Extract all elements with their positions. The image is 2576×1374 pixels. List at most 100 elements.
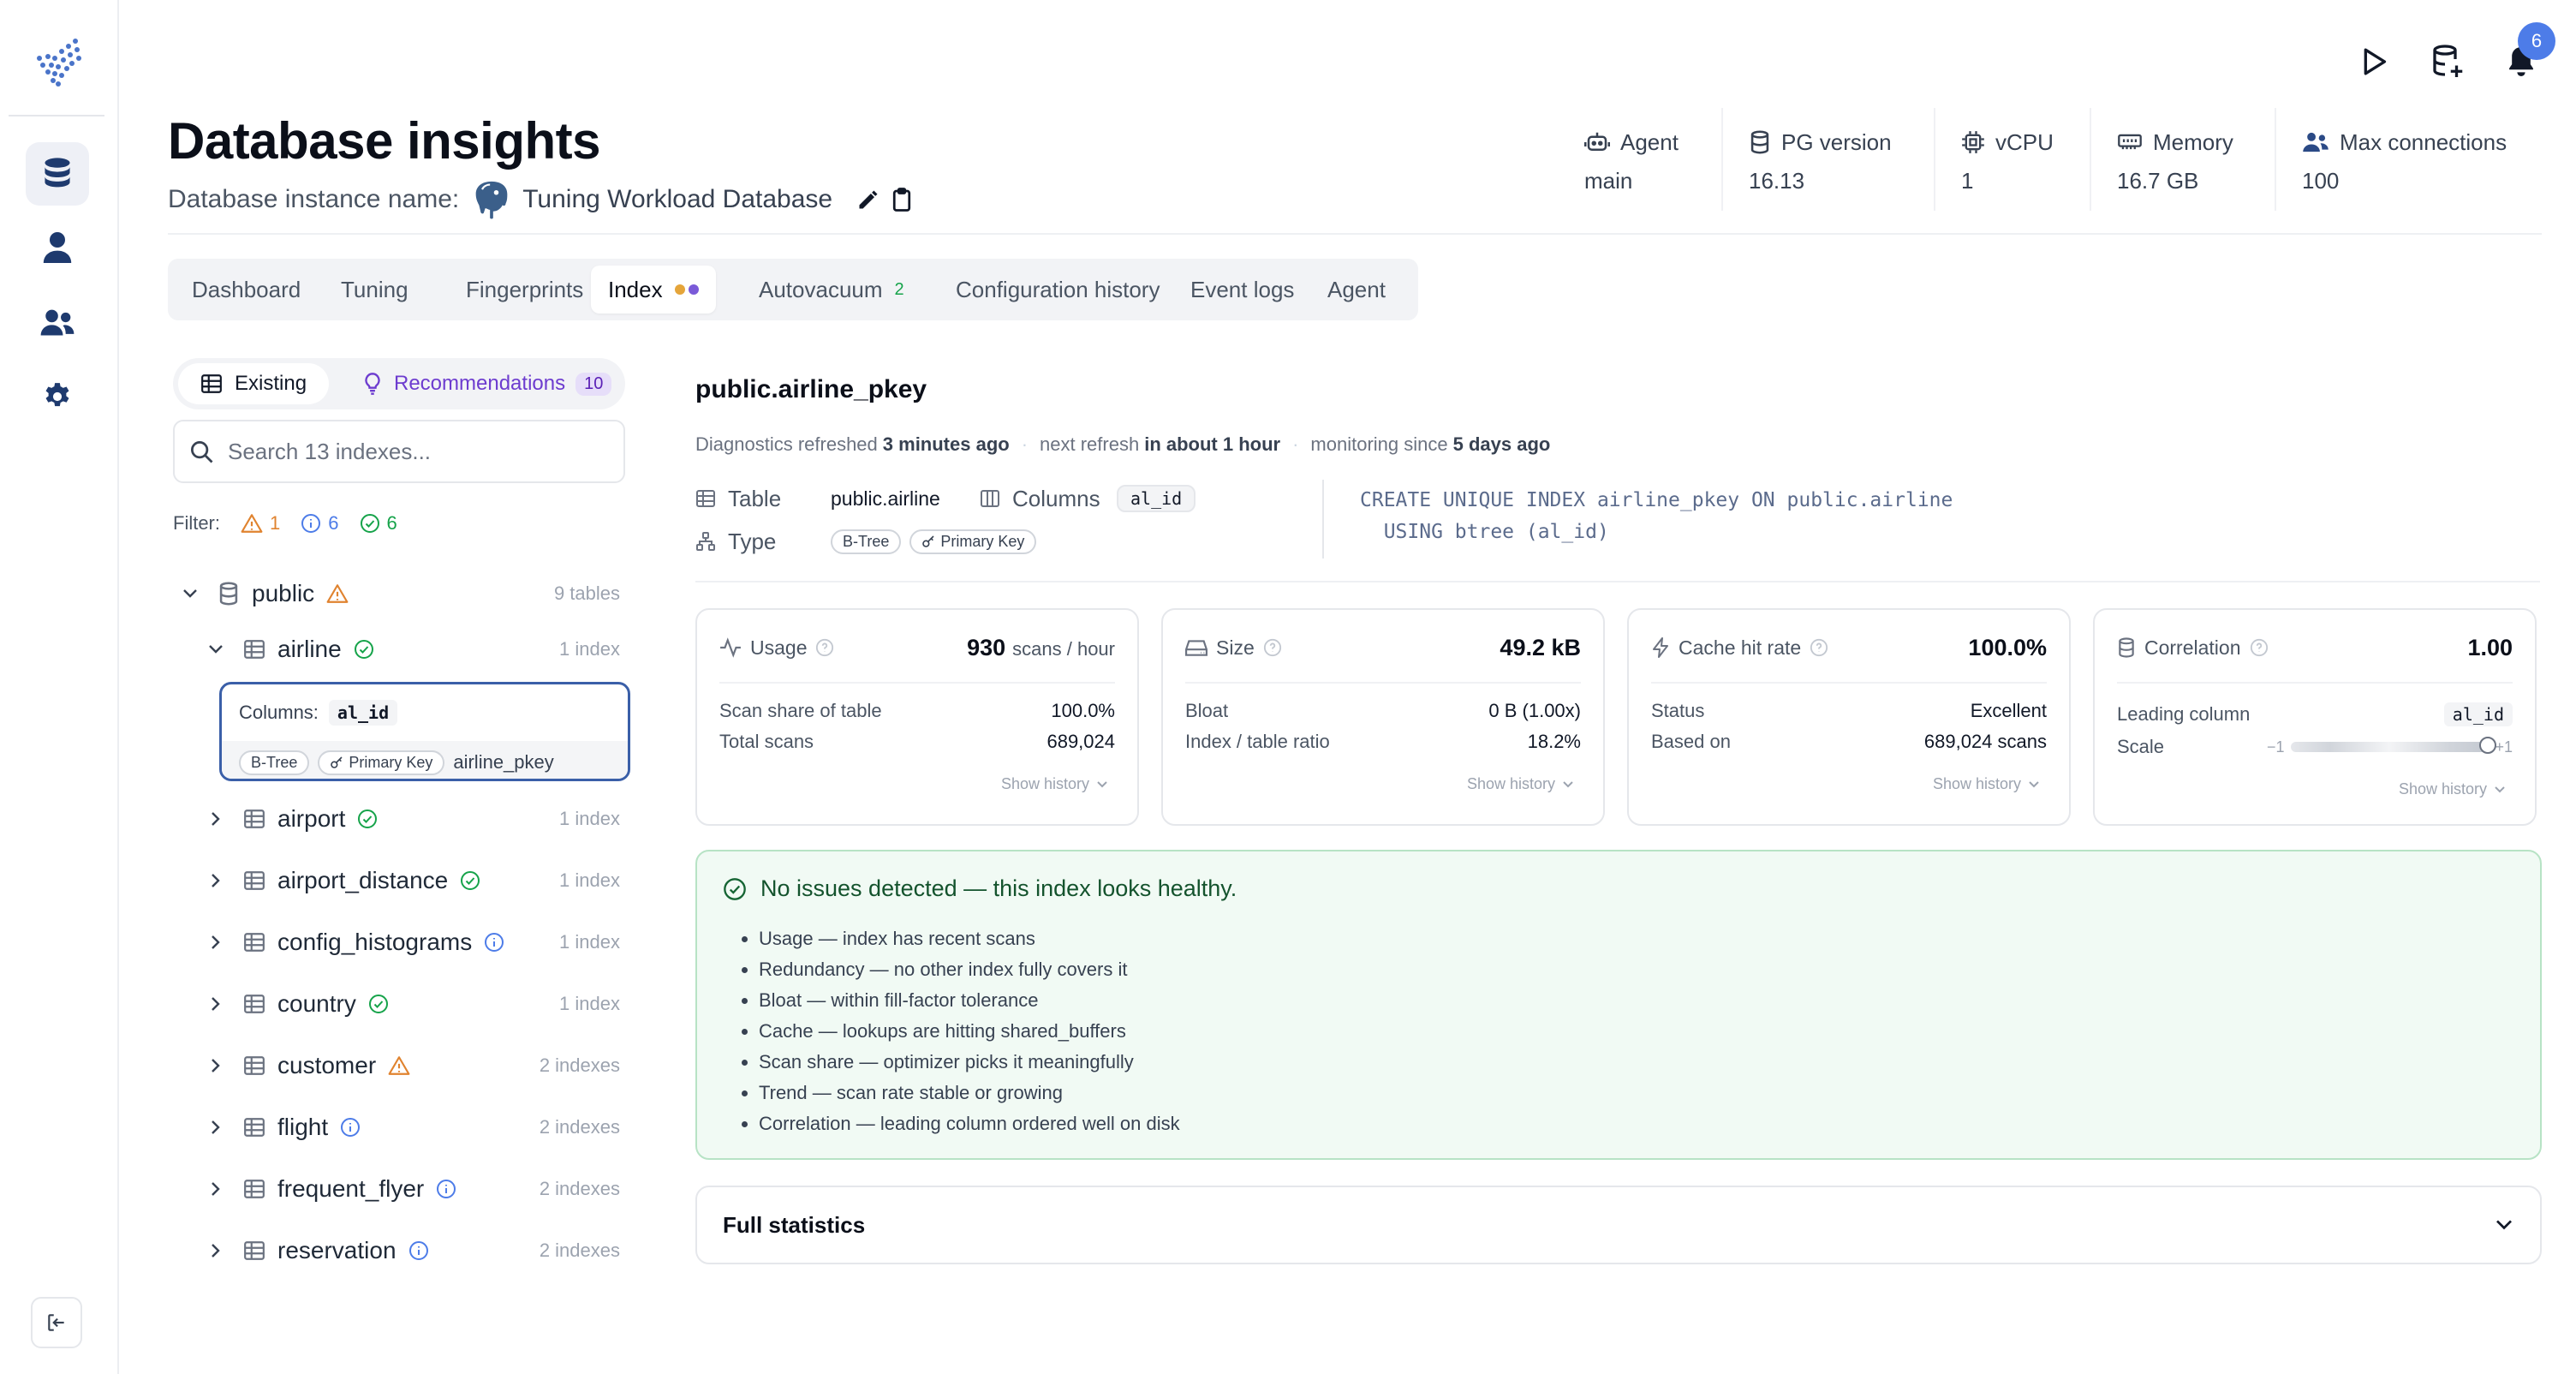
memory-icon bbox=[2118, 134, 2142, 150]
stat-memory-label: Memory bbox=[2153, 128, 2233, 155]
help-icon[interactable] bbox=[2250, 638, 2277, 657]
tab-bar: Dashboard Tuning Fingerprints Index Auto… bbox=[168, 259, 1418, 320]
tab-dashboard[interactable]: Dashboard bbox=[168, 266, 325, 314]
table-row-airport-distance[interactable]: airport_distance 1 index bbox=[199, 857, 625, 905]
health-check-item: Bloat — within fill-factor tolerance bbox=[759, 985, 1180, 1016]
usage-row1-label: Scan share of table bbox=[719, 700, 882, 721]
table-row-customer[interactable]: customer 2 indexes bbox=[199, 1042, 625, 1090]
key-icon bbox=[922, 535, 934, 547]
table-row-config-histograms[interactable]: config_histograms 1 index bbox=[199, 918, 625, 966]
copy-instance-button[interactable] bbox=[891, 187, 913, 212]
info-icon bbox=[340, 1117, 361, 1138]
index-search[interactable] bbox=[173, 420, 625, 483]
stat-agent-value: main bbox=[1584, 168, 1633, 194]
tab-event-logs[interactable]: Event logs bbox=[1166, 266, 1318, 314]
detail-table-label: Table bbox=[728, 485, 782, 511]
health-check-item: Scan share — optimizer picks it meaningf… bbox=[759, 1047, 1180, 1078]
chevron-right-icon[interactable] bbox=[199, 995, 233, 1013]
show-history-label: Show history bbox=[2398, 780, 2487, 798]
table-row-flight[interactable]: flight 2 indexes bbox=[199, 1103, 625, 1151]
tab-autovacuum[interactable]: Autovacuum 2 bbox=[735, 266, 928, 314]
table-row-airport[interactable]: airport 1 index bbox=[199, 795, 625, 843]
correlation-scale-thumb bbox=[2479, 737, 2497, 754]
detail-columns-value: al_id bbox=[1117, 485, 1196, 512]
search-input[interactable] bbox=[228, 438, 587, 465]
filter-info[interactable]: 6 bbox=[301, 512, 339, 535]
help-icon[interactable] bbox=[1263, 638, 1291, 657]
show-history-label: Show history bbox=[1000, 775, 1089, 792]
existing-toggle[interactable]: Existing bbox=[178, 363, 330, 404]
tab-agent[interactable]: Agent bbox=[1303, 266, 1410, 314]
chevron-right-icon[interactable] bbox=[199, 810, 233, 827]
filter-ok[interactable]: 6 bbox=[360, 512, 397, 535]
user-icon bbox=[43, 232, 72, 263]
index-name: airline_pkey bbox=[453, 751, 554, 773]
search-icon bbox=[191, 441, 213, 463]
show-history-button[interactable]: Show history bbox=[1001, 775, 1108, 793]
tab-index[interactable]: Index bbox=[591, 266, 716, 314]
logout-button[interactable] bbox=[31, 1297, 82, 1348]
stat-divider bbox=[2090, 108, 2091, 211]
table-name: reservation bbox=[277, 1237, 397, 1263]
detail-columns-key: Columns bbox=[980, 481, 1100, 516]
chevron-down-icon[interactable] bbox=[173, 588, 207, 600]
table-row-country[interactable]: country 1 index bbox=[199, 980, 625, 1028]
table-row-reservation[interactable]: reservation 2 indexes bbox=[199, 1227, 625, 1275]
play-icon bbox=[2364, 48, 2387, 75]
chevron-right-icon[interactable] bbox=[199, 872, 233, 889]
usage-row1-value: 100.0% bbox=[1051, 700, 1115, 721]
sidebar-item-team[interactable] bbox=[26, 291, 89, 355]
chevron-right-icon[interactable] bbox=[199, 1057, 233, 1074]
edit-instance-button[interactable] bbox=[856, 188, 880, 212]
usage-card: Usage 930 scans / hour Scan share of tabl… bbox=[695, 608, 1139, 826]
existing-label: Existing bbox=[235, 372, 307, 395]
full-statistics-toggle[interactable]: Full statistics bbox=[695, 1186, 2542, 1264]
table-index-count: 1 index bbox=[559, 931, 620, 953]
size-title: Size bbox=[1216, 636, 1255, 659]
table-name: config_histograms bbox=[277, 929, 473, 955]
show-history-button[interactable]: Show history bbox=[1933, 775, 2040, 793]
table-icon bbox=[243, 639, 265, 660]
recommendations-toggle[interactable]: Recommendations 10 bbox=[341, 363, 634, 404]
filter-label: Filter: bbox=[173, 512, 220, 534]
help-icon[interactable] bbox=[815, 638, 843, 657]
tab-tuning[interactable]: Tuning bbox=[317, 266, 432, 314]
sidebar-item-databases[interactable] bbox=[26, 142, 89, 206]
page-title: Database insights bbox=[168, 112, 601, 170]
selected-index-card[interactable]: Columns: al_id B-Tree Primary Key airlin… bbox=[219, 682, 630, 781]
chevron-right-icon[interactable] bbox=[199, 1180, 233, 1198]
stat-pg-version: PG version 16.13 bbox=[1749, 127, 1892, 204]
chevron-right-icon[interactable] bbox=[199, 934, 233, 951]
tab-fingerprints[interactable]: Fingerprints bbox=[442, 266, 607, 314]
table-name: airport bbox=[277, 805, 346, 832]
health-check-item: Redundancy — no other index fully covers… bbox=[759, 954, 1180, 985]
sidebar-item-user[interactable] bbox=[26, 216, 89, 279]
help-icon[interactable] bbox=[1810, 638, 1837, 657]
chevron-right-icon[interactable] bbox=[199, 1242, 233, 1259]
card-divider bbox=[1185, 682, 1581, 684]
table-row-frequent-flyer[interactable]: frequent_flyer 2 indexes bbox=[199, 1165, 625, 1213]
show-history-button[interactable]: Show history bbox=[1467, 775, 1574, 793]
tab-configuration-history[interactable]: Configuration history bbox=[932, 266, 1184, 314]
check-circle-icon bbox=[354, 639, 374, 660]
filter-warning[interactable]: 1 bbox=[241, 512, 280, 535]
stat-vcpu-label: vCPU bbox=[1995, 128, 2054, 155]
table-row-airline[interactable]: airline 1 index bbox=[199, 625, 625, 673]
meta-separator: · bbox=[1292, 433, 1299, 455]
size-row2-value: 18.2% bbox=[1527, 731, 1581, 752]
app-logo[interactable] bbox=[31, 34, 87, 91]
sidebar-item-settings[interactable] bbox=[26, 365, 89, 428]
warning-icon bbox=[241, 514, 263, 533]
schema-row-public[interactable]: public 9 tables bbox=[173, 570, 625, 618]
table-icon bbox=[243, 932, 265, 953]
show-history-button[interactable]: Show history bbox=[2399, 780, 2506, 798]
run-button[interactable] bbox=[2353, 41, 2394, 82]
tab-tuning-label: Tuning bbox=[341, 276, 408, 302]
table-icon bbox=[243, 1240, 265, 1261]
chevron-down-icon[interactable] bbox=[199, 643, 233, 655]
chevron-right-icon[interactable] bbox=[199, 1119, 233, 1136]
correlation-card: Correlation 1.00 Leading column al_id Sca… bbox=[2093, 608, 2537, 826]
cpu-icon bbox=[1962, 131, 1984, 153]
table-icon bbox=[201, 374, 222, 393]
add-database-button[interactable] bbox=[2427, 41, 2468, 82]
